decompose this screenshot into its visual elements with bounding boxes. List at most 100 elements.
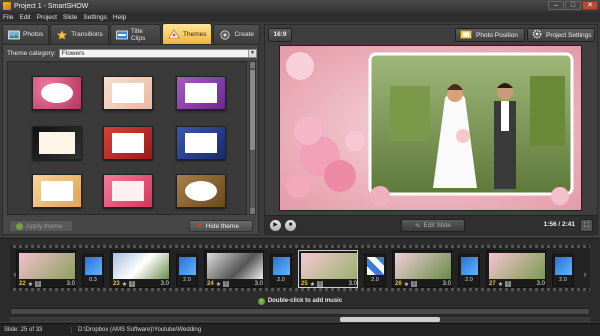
edit-slide-button[interactable]: ✎ Edit Slide — [401, 219, 465, 232]
hide-theme-button[interactable]: ✕ Hide theme — [189, 220, 253, 232]
slide-duration: 3.0 — [160, 281, 169, 287]
transition-icon — [555, 257, 572, 275]
menu-edit[interactable]: Edit — [19, 14, 30, 21]
wedding-photo-preview — [280, 46, 581, 210]
slide-duration: 3.0 — [442, 281, 451, 287]
create-icon — [219, 29, 231, 40]
theme-thumb-pink-roses-oval[interactable] — [32, 76, 82, 110]
theme-thumb-blossom-corner-frame[interactable] — [32, 126, 82, 160]
slide-duration: 3.0 — [66, 281, 75, 287]
star-icon: ★ — [121, 281, 128, 288]
theme-thumb-cream-flower-frame[interactable] — [103, 76, 153, 110]
minimize-button[interactable]: – — [548, 1, 564, 10]
transition-icon — [273, 257, 290, 275]
play-icon[interactable]: ▶ — [269, 219, 282, 232]
transition-duration: 2.0 — [465, 277, 473, 283]
theme-category-select[interactable]: Flowers ▼ — [58, 48, 257, 58]
timeline-scroll-thumb[interactable] — [340, 317, 440, 322]
photo-position-icon — [460, 29, 472, 41]
chevron-left-icon[interactable]: ‹ — [11, 269, 19, 279]
theme-thumb-peach-flowers-frame[interactable] — [32, 174, 82, 208]
slide-thumb-22[interactable]: 22 ★ T 3.0 — [16, 250, 76, 288]
slide-number: 23 — [113, 281, 120, 287]
tab-transitions[interactable]: Transitions — [50, 24, 109, 44]
stop-icon[interactable]: ■ — [284, 219, 297, 232]
project-settings-label: Project Settings — [546, 31, 592, 39]
slide-number: 25 — [301, 281, 308, 287]
transition-26-27[interactable]: 2.0 — [458, 254, 480, 287]
text-icon: T — [317, 281, 324, 287]
theme-category-value: Flowers — [61, 49, 85, 57]
photos-icon — [8, 30, 20, 40]
maximize-button[interactable]: □ — [565, 1, 581, 10]
title-bar: Project 1 - SmartSHOW – □ ✕ — [0, 0, 600, 12]
photo-position-button[interactable]: Photo Position — [455, 28, 525, 42]
tab-create-label: Create — [234, 31, 254, 38]
tab-title-clips[interactable]: Title Clips — [109, 24, 161, 44]
aspect-ratio-button[interactable]: 16:9 — [268, 28, 292, 42]
theme-thumb-blue-floral-frame[interactable] — [176, 126, 226, 160]
theme-thumb-golden-oval-frame[interactable] — [176, 174, 226, 208]
tab-themes[interactable]: Themes — [162, 23, 213, 44]
transition-24-25[interactable]: 2.0 — [270, 254, 292, 287]
status-slide-count: Slide: 25 of 33 — [0, 327, 72, 333]
transition-icon — [461, 257, 478, 275]
chevron-down-icon[interactable]: ▼ — [248, 49, 256, 57]
tab-bar: Photos Transitions Title Clips Themes Cr… — [0, 22, 260, 44]
text-icon: T — [223, 281, 230, 287]
pencil-icon: ✎ — [415, 222, 421, 230]
transition-23-24[interactable]: 2.0 — [176, 254, 198, 287]
menu-help[interactable]: Help — [113, 14, 126, 21]
star-icon: ★ — [215, 281, 222, 288]
transition-icon — [85, 257, 102, 275]
menu-file[interactable]: File — [3, 14, 13, 21]
transition-duration: 0.3 — [89, 277, 97, 283]
transition-duration: 2.0 — [559, 277, 567, 283]
transition-27-28[interactable]: 2.0 — [552, 254, 574, 287]
slide-thumb-24[interactable]: 24 ★ T 3.0 — [204, 250, 264, 288]
menu-settings[interactable]: Settings — [83, 14, 107, 21]
star-icon: ★ — [27, 281, 34, 288]
slide-number: 22 — [19, 281, 26, 287]
transition-25-26[interactable]: 2.0 — [364, 254, 386, 287]
theme-thumb-red-roses-frame[interactable] — [103, 126, 153, 160]
tab-create[interactable]: Create — [213, 24, 260, 44]
theme-thumb-pink-lily-frame[interactable] — [103, 174, 153, 208]
slide-number: 26 — [395, 281, 402, 287]
slide-thumb-27[interactable]: 27 ★ T 3.0 — [486, 250, 546, 288]
project-settings-button[interactable]: Project Settings — [527, 28, 595, 42]
menu-project[interactable]: Project — [37, 14, 57, 21]
tab-title-clips-label: Title Clips — [130, 27, 146, 42]
theme-grid-scrollbar[interactable] — [249, 61, 256, 215]
menu-slide[interactable]: Slide — [63, 14, 77, 21]
theme-thumb-purple-floral-frame[interactable] — [176, 76, 226, 110]
music-hint-row[interactable]: ♪ Double-click to add music — [0, 296, 600, 306]
slide-thumb-23[interactable]: 23 ★ T 3.0 — [110, 250, 170, 288]
audio-track[interactable] — [10, 308, 590, 315]
window-controls: – □ ✕ — [548, 1, 598, 10]
text-icon: T — [505, 281, 512, 287]
fullscreen-icon[interactable]: ⛶ — [580, 219, 593, 232]
transition-icon — [367, 257, 384, 275]
tab-photos[interactable]: Photos — [2, 24, 50, 44]
chevron-right-icon[interactable]: › — [581, 269, 589, 279]
apply-theme-button[interactable]: Apply theme — [9, 220, 73, 232]
slide-image — [489, 253, 545, 279]
slide-preview — [279, 45, 582, 211]
music-hint: Double-click to add music — [267, 298, 343, 304]
slide-number: 27 — [489, 281, 496, 287]
slide-thumb-25[interactable]: 25 ★ T 3.0 — [298, 250, 358, 288]
slide-meta: 27 ★ T 3.0 — [489, 280, 545, 288]
slide-meta: 26 ★ T 3.0 — [395, 280, 451, 288]
scroll-down-arrow-icon[interactable] — [250, 208, 255, 214]
film-perforation-bottom — [10, 288, 590, 291]
scroll-thumb[interactable] — [250, 70, 255, 150]
scroll-up-arrow-icon[interactable] — [250, 62, 255, 68]
tab-photos-label: Photos — [23, 31, 44, 38]
timeline-scrollbar[interactable] — [10, 317, 590, 322]
slide-image — [19, 253, 75, 279]
music-note-icon: ♪ — [257, 297, 265, 305]
slide-thumb-26[interactable]: 26 ★ T 3.0 — [392, 250, 452, 288]
transition-22-23[interactable]: 0.3 — [82, 254, 104, 287]
close-button[interactable]: ✕ — [582, 1, 598, 10]
